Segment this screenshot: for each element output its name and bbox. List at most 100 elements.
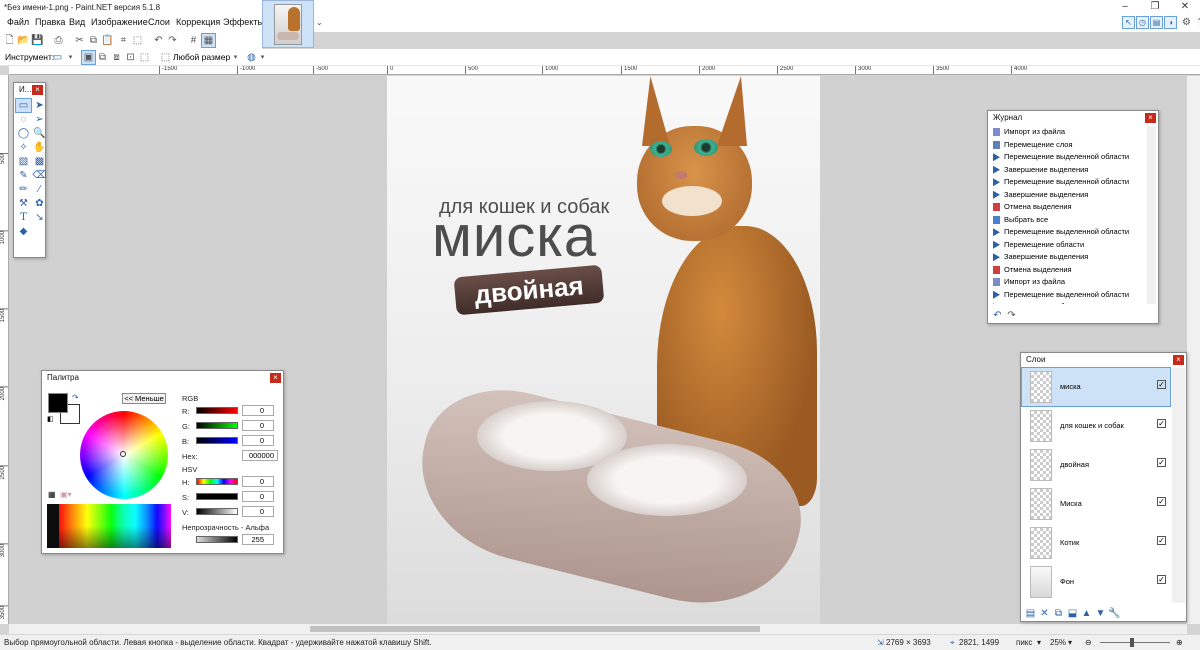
text-tool-icon[interactable]: T [16,211,31,224]
menu-view[interactable]: Вид [69,17,85,27]
hue-input[interactable]: 0 [242,476,274,487]
print-icon[interactable]: ⎙ [52,34,65,47]
units-dropdown-icon[interactable]: ▾ [1037,638,1041,647]
swap-colors-icon[interactable]: ↷ [72,393,79,402]
menu-edit[interactable]: Правка [35,17,65,27]
open-icon[interactable]: 📂 [17,34,30,47]
green-input[interactable]: 0 [242,420,274,431]
history-item[interactable]: Импорт из файла [990,126,1148,139]
minimize-button[interactable]: – [1110,0,1140,14]
lasso-tool-icon[interactable]: ◌ [16,113,31,126]
alpha-input[interactable]: 255 [242,534,274,545]
selection-mode-invert-icon[interactable]: ⬚ [138,51,151,64]
selection-mode-union-icon[interactable]: ⧉ [96,51,109,64]
duplicate-layer-icon[interactable]: ⧉ [1052,607,1065,620]
layer-row[interactable]: Фон ✓ [1022,563,1170,601]
saturation-slider[interactable] [196,493,238,500]
antialias-dropdown-icon[interactable]: ▾ [256,51,269,64]
gradient-tool-icon[interactable]: ▩ [32,155,47,168]
move-selection-tool-icon[interactable]: ➢ [32,113,47,126]
zoom-slider[interactable] [1100,642,1170,643]
close-icon[interactable]: × [1173,355,1184,365]
tool-dropdown-icon[interactable]: ▾ [64,51,77,64]
close-window-button[interactable]: ✕ [1170,0,1200,14]
redo-icon[interactable]: ↷ [166,34,179,47]
selection-mode-replace-icon[interactable]: ▣ [81,50,96,65]
history-item[interactable]: Завершение выделения [990,189,1148,202]
value-slider[interactable] [196,508,238,515]
layer-visibility-checkbox[interactable]: ✓ [1157,497,1166,506]
size-mode-select[interactable]: Любой размер [173,52,230,62]
layer-visibility-checkbox[interactable]: ✓ [1157,380,1166,389]
zoom-tool-icon[interactable]: 🔍 [32,127,47,140]
zoom-dropdown-icon[interactable]: ▾ [1068,638,1072,647]
zoom-out-icon[interactable]: ⊖ [1085,638,1092,647]
layer-properties-icon[interactable]: 🔧 [1108,607,1121,620]
blue-slider[interactable] [196,437,238,444]
less-button[interactable]: << Меньше [122,393,166,404]
thumbnail-dropdown-icon[interactable]: ⌄ [316,18,323,27]
history-item[interactable]: Перемещение выделенной области [990,151,1148,164]
history-item[interactable]: Перемещение выделенной области [990,289,1148,302]
copy-icon[interactable]: ⧉ [87,34,100,47]
history-scrollbar[interactable] [1147,126,1156,304]
horizontal-scroll-thumb[interactable] [310,626,760,632]
rectangle-select-tool-icon[interactable]: ▭ [15,98,32,113]
eraser-tool-icon[interactable]: ⌫ [32,169,47,182]
selection-mode-exclude-icon[interactable]: ⧈ [110,51,123,64]
palette-swatches[interactable] [47,504,171,548]
merge-layer-icon[interactable]: ⬓ [1066,607,1079,620]
hex-input[interactable]: 000000 [242,450,278,461]
history-toggle-icon[interactable]: ◷ [1136,16,1149,29]
selection-mode-intersect-icon[interactable]: ⊡ [124,51,137,64]
layer-row[interactable]: Миска ✓ [1022,485,1170,523]
history-item[interactable]: Импорт из файла [990,276,1148,289]
recolor-tool-icon[interactable]: ✿ [32,197,47,210]
history-item[interactable]: Перемещение области [990,239,1148,252]
layer-row[interactable]: миска ✓ [1021,367,1171,407]
zoom-value[interactable]: 25% [1050,638,1066,647]
shapes-tool-icon[interactable]: ◆ [16,225,31,238]
line-tool-icon[interactable]: ↘ [32,211,47,224]
layers-toggle-icon[interactable]: ▤ [1150,16,1163,29]
new-icon[interactable]: 🗋 [3,34,16,47]
red-input[interactable]: 0 [242,405,274,416]
paintbrush-tool-icon[interactable]: ✎ [16,169,31,182]
close-icon[interactable]: × [270,373,281,383]
layer-row[interactable]: для кошек и собак ✓ [1022,407,1170,445]
units-select[interactable]: пикс [1016,638,1032,647]
history-item[interactable]: Отмена выделения [990,264,1148,277]
layer-row[interactable]: двойная ✓ [1022,446,1170,484]
undo-icon[interactable]: ↶ [152,34,165,47]
image-canvas[interactable]: для кошек и собак миска двойная [387,76,820,624]
save-icon[interactable]: 💾 [31,34,44,47]
image-thumbnail-tab[interactable] [262,0,314,48]
reset-colors-icon[interactable]: ◧ [47,415,54,423]
menu-layers[interactable]: Слои [148,17,170,27]
history-item[interactable]: Перемещение выделенной области [990,226,1148,239]
size-mode-dropdown-icon[interactable]: ▾ [229,51,242,64]
palette-icon[interactable]: ▦ [48,490,56,499]
redo-icon[interactable]: ↷ [1005,309,1018,322]
zoom-slider-thumb[interactable] [1130,638,1134,647]
add-layer-icon[interactable]: ▤ [1024,607,1037,620]
settings-icon[interactable]: ⚙ [1180,16,1193,29]
grid-icon[interactable]: # [187,34,200,47]
magic-wand-tool-icon[interactable]: ✧ [16,141,31,154]
move-layer-down-icon[interactable]: ▼ [1094,607,1107,620]
paint-bucket-tool-icon[interactable]: ▧ [16,155,31,168]
palette-menu-icon[interactable]: ▣▾ [60,490,72,499]
pencil-tool-icon[interactable]: ✏ [16,183,31,196]
history-item[interactable]: Перемещение выделенной области [990,176,1148,189]
zoom-in-icon[interactable]: ⊕ [1176,638,1183,647]
palette-toggle-icon[interactable]: ◑ [1164,16,1177,29]
alpha-slider[interactable] [196,536,238,543]
history-item[interactable]: Отмена выделения [990,201,1148,214]
blue-input[interactable]: 0 [242,435,274,446]
layer-row[interactable]: Котик ✓ [1022,524,1170,562]
red-slider[interactable] [196,407,238,414]
undo-icon[interactable]: ↶ [991,309,1004,322]
crop-icon[interactable]: ⌗ [117,34,130,47]
maximize-button[interactable]: ❐ [1140,0,1170,14]
color-wheel[interactable] [80,411,168,499]
